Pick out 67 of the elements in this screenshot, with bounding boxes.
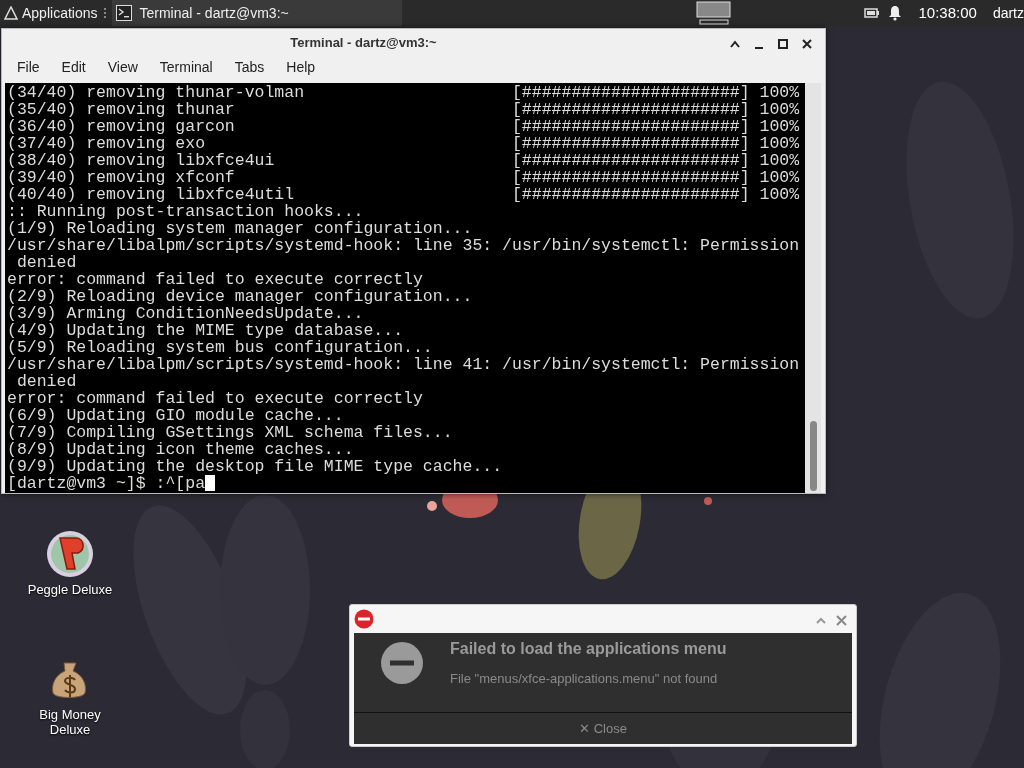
progress-text: [######################] 100% <box>511 100 800 119</box>
logo-icon <box>4 6 18 20</box>
terminal-line: (4/9) Updating the MIME type database... <box>7 321 404 340</box>
notification-title: Failed to load the applications menu <box>450 639 727 659</box>
notification-bell-icon[interactable] <box>888 5 903 21</box>
handle-icon[interactable] <box>101 6 108 20</box>
desktop-icon-label[interactable]: Peggle Deluxe <box>27 582 113 597</box>
workspace-switcher-icon[interactable] <box>696 1 733 25</box>
terminal-line: (40/40) removing libxfce4util <box>7 186 296 203</box>
terminal-icon <box>115 5 132 21</box>
text-cursor <box>205 475 215 491</box>
menu-item[interactable]: Terminal <box>148 56 224 78</box>
battery-icon[interactable] <box>864 7 881 19</box>
terminal-line: (36/40) removing garcon <box>7 118 236 135</box>
progress-text: [######################] 100% <box>511 185 800 204</box>
terminal-line: (34/40) removing thunar-volman <box>7 84 306 101</box>
taskbar-button[interactable]: Terminal - dartz@vm3:~ <box>111 0 402 26</box>
error-icon <box>354 609 374 629</box>
minimize-icon <box>754 46 764 49</box>
petal-shape <box>704 497 712 505</box>
progress-text: [######################] 100% <box>511 168 800 187</box>
terminal-line: (9/9) Updating the desktop file MIME type cache... <box>7 457 503 476</box>
maximize-icon <box>778 38 788 49</box>
terminal-line: (35/40) removing thunar <box>7 101 236 118</box>
blocked-icon <box>380 641 424 685</box>
applications-menu-button[interactable]: Applications <box>0 0 102 26</box>
window-title: Terminal - dartz@vm3:~ <box>290 34 437 50</box>
terminal-line: error: command failed to execute correctly <box>7 389 423 408</box>
close-icon <box>802 38 812 49</box>
command-prompt[interactable]: [dartz@vm3 ~]$ :^[pa <box>7 474 206 493</box>
close-icon <box>836 614 847 626</box>
terminal-line: (39/40) removing xfconf <box>7 169 236 186</box>
progress-text: [######################] 100% <box>511 117 800 136</box>
terminal-line: (6/9) Updating GIO module cache... <box>7 406 344 425</box>
terminal-line: error: command failed to execute correctly <box>7 270 423 289</box>
caret-up-icon <box>730 39 740 48</box>
terminal-line: (38/40) removing libxfce4ui <box>7 152 276 169</box>
scrollbar[interactable] <box>805 83 821 493</box>
progress-text: [######################] 100% <box>511 134 800 153</box>
menu-item[interactable]: File <box>6 56 51 78</box>
terminal-line: (37/40) removing exo <box>7 135 207 152</box>
terminal-line: (1/9) Reloading system manager configuration... <box>7 219 473 238</box>
progress-text: [######################] 100% <box>511 83 800 102</box>
user-name[interactable]: dartz <box>992 2 1024 24</box>
menu-item[interactable]: View <box>96 56 149 78</box>
terminal-line: denied <box>15 253 77 272</box>
progress-text: [######################] 100% <box>511 151 800 170</box>
terminal-line: (2/9) Reloading device manager configuration... <box>7 287 473 306</box>
clock[interactable]: 10:38:00 <box>918 1 977 25</box>
notification-message: File "menus/xfce-applications.menu" not found <box>450 670 719 688</box>
scrollbar-thumb[interactable] <box>810 421 817 491</box>
terminal-line: :: Running post-transaction hooks... <box>7 202 364 221</box>
terminal-line: /usr/share/libalpm/scripts/systemd-hook: line 35: /usr/bin/systemctl: Permission <box>7 236 800 255</box>
terminal-line: (3/9) Arming ConditionNeedsUpdate... <box>7 304 364 323</box>
close-button[interactable]: ✕ Close <box>354 712 852 744</box>
peggle-ball-icon[interactable] <box>46 530 94 578</box>
desktop-icon-label[interactable]: Big Money Deluxe <box>25 707 115 737</box>
terminal-line: (8/9) Updating icon theme caches... <box>7 440 354 459</box>
menu-item[interactable]: Tabs <box>223 56 276 78</box>
terminal-line: denied <box>15 372 77 391</box>
terminal-line: /usr/share/libalpm/scripts/systemd-hook: line 41: /usr/bin/systemctl: Permission <box>7 355 800 374</box>
caret-up-icon <box>816 616 826 624</box>
menu-item[interactable]: Help <box>275 56 327 78</box>
terminal-line: (7/9) Compiling GSettings XML schema files... <box>7 423 453 442</box>
petal-shape <box>427 501 437 511</box>
terminal-line: (5/9) Reloading system bus configuration... <box>7 338 433 357</box>
menu-item[interactable]: Edit <box>50 56 97 78</box>
